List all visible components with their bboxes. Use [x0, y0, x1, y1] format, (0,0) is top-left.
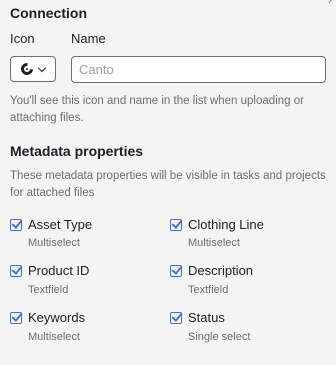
property-type: Multiselect — [28, 237, 80, 249]
property-type: Single select — [188, 331, 251, 343]
property-type: Textfield — [188, 284, 229, 296]
property-status[interactable]: Status — [170, 310, 225, 325]
property-name: Status — [188, 310, 225, 325]
checkbox-checked[interactable] — [170, 218, 182, 231]
property-description[interactable]: Description — [170, 263, 253, 278]
name-input[interactable] — [71, 56, 326, 83]
property-type: Multiselect — [188, 237, 240, 249]
metadata-description: These metadata properties will be visibl… — [10, 170, 326, 199]
canto-logo-icon — [18, 60, 36, 78]
property-name: Asset Type — [28, 217, 93, 232]
checkbox-checked[interactable] — [170, 311, 182, 324]
close-icon[interactable]: › — [328, 0, 332, 6]
property-name: Keywords — [28, 310, 86, 325]
connection-help-text: You'll see this icon and name in the lis… — [10, 95, 304, 124]
name-label: Name — [71, 31, 106, 46]
property-clothing-line[interactable]: Clothing Line — [170, 217, 264, 232]
icon-dropdown[interactable] — [10, 56, 56, 82]
chevron-down-icon — [37, 63, 47, 72]
checkbox-checked[interactable] — [170, 264, 182, 277]
connection-title: Connection — [10, 5, 87, 21]
icon-label: Icon — [10, 31, 35, 46]
checkbox-checked[interactable] — [10, 264, 22, 277]
metadata-title: Metadata properties — [10, 143, 144, 159]
property-type: Multiselect — [28, 331, 80, 343]
checkbox-checked[interactable] — [10, 311, 22, 324]
property-name: Clothing Line — [188, 217, 264, 232]
checkbox-checked[interactable] — [10, 218, 22, 231]
property-product-id[interactable]: Product ID — [10, 263, 89, 278]
property-asset-type[interactable]: Asset Type — [10, 217, 92, 232]
property-type: Textfield — [28, 284, 69, 296]
property-keywords[interactable]: Keywords — [10, 310, 85, 325]
property-name: Description — [188, 263, 254, 278]
property-name: Product ID — [28, 263, 90, 278]
